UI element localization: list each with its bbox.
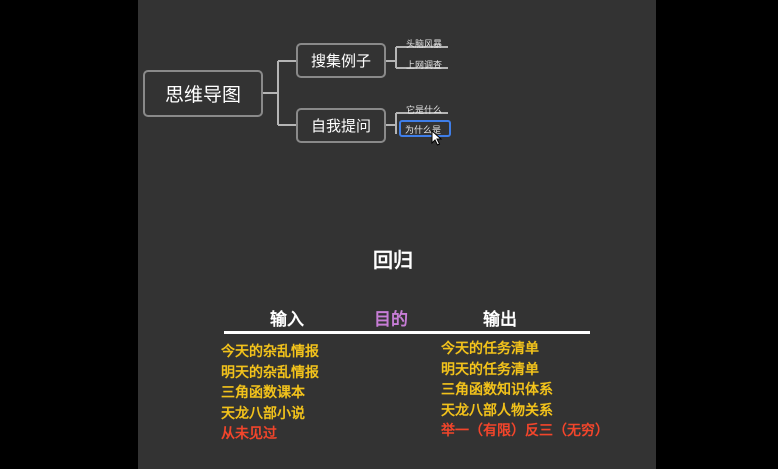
input-item-highlight: 从未见过: [221, 426, 277, 442]
mindmap-branch-collect-examples[interactable]: 搜集例子: [296, 43, 386, 78]
header-divider: [224, 331, 590, 334]
mindmap-leaf-online-research[interactable]: 上网调查: [406, 58, 442, 71]
purpose-column-header: 目的: [374, 310, 408, 330]
mindmap-leaf-why-is-it[interactable]: 为什么是: [399, 120, 451, 137]
mouse-cursor-icon: [431, 130, 443, 146]
output-item: 天龙八部人物关系: [441, 402, 553, 419]
input-column-header: 输入: [270, 310, 304, 330]
mindmap-branch-self-questioning[interactable]: 自我提问: [296, 108, 386, 143]
output-list: 今天的任务清单 明天的任务清单 三角函数知识体系 天龙八部人物关系 举一（有限）…: [441, 339, 609, 442]
input-item: 天龙八部小说: [221, 405, 305, 422]
output-item: 今天的任务清单: [441, 341, 539, 357]
output-item: 三角函数知识体系: [441, 382, 553, 398]
input-item: 明天的杂乱情报: [221, 364, 319, 381]
input-item: 今天的杂乱情报: [221, 344, 319, 360]
mindmap-leaf-what-is-it[interactable]: 它是什么: [406, 103, 442, 116]
output-column-header: 输出: [483, 310, 517, 330]
input-item: 三角函数课本: [221, 385, 305, 401]
output-item-highlight: 举一（有限）反三（无穷）: [441, 423, 609, 439]
mindmap-root-node[interactable]: 思维导图: [143, 70, 263, 117]
input-list: 今天的杂乱情报 明天的杂乱情报 三角函数课本 天龙八部小说 从未见过: [221, 342, 319, 445]
output-item: 明天的任务清单: [441, 361, 539, 378]
slide-title: 回归: [373, 248, 413, 272]
mindmap-leaf-brainstorm[interactable]: 头脑风暴: [406, 37, 442, 50]
